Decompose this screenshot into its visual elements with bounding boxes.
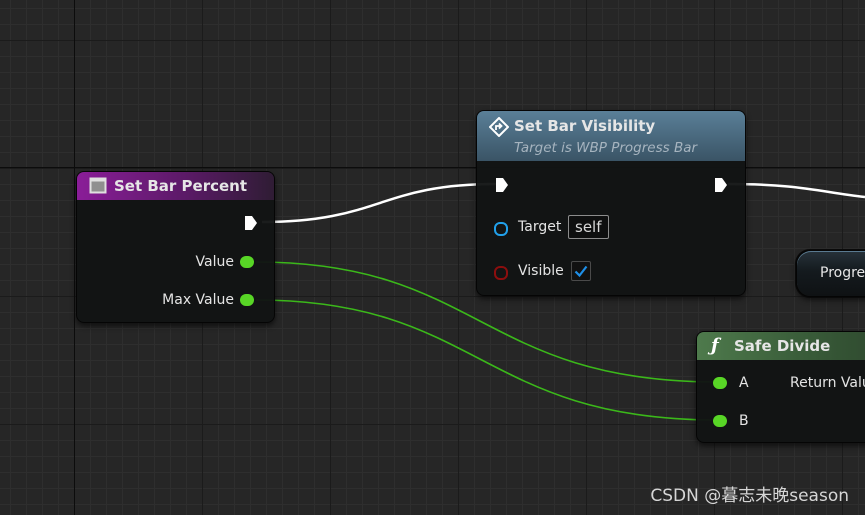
value-pin-label: Value [195,254,234,270]
visible-checkbox[interactable] [571,261,591,281]
b-pin[interactable] [713,415,727,427]
node-title: Set Bar Visibility [514,117,656,135]
node-subtitle: Target is WBP Progress Bar [514,140,698,156]
node-header[interactable]: Progre [797,251,865,296]
exec-output-pin[interactable] [244,215,258,231]
event-box-icon [89,177,107,198]
target-pin[interactable] [494,222,508,236]
exec-wire-visibility-out[interactable] [727,182,865,199]
function-f-icon: ƒ [711,335,719,356]
node-title: Progre [820,265,865,281]
node-title: Safe Divide [734,337,831,355]
watermark: CSDN @暮志未晚season [650,486,849,506]
target-self-textbox[interactable]: self [568,215,609,239]
a-pin[interactable] [713,377,727,389]
target-pin-label: Target [518,219,562,235]
safe-divide-node[interactable]: ƒ Safe Divide A Return Valu B [696,331,865,443]
max-value-pin[interactable] [240,294,254,306]
visible-pin[interactable] [494,266,508,280]
exec-output-pin[interactable] [714,177,728,193]
set-bar-visibility-node[interactable]: Set Bar Visibility Target is WBP Progres… [476,110,746,296]
exec-input-pin[interactable] [495,177,509,193]
node-header[interactable]: ƒ Safe Divide [697,332,865,360]
max-value-pin-label: Max Value [162,292,234,308]
set-bar-percent-node[interactable]: Set Bar Percent Value Max Value [76,171,275,323]
value-pin[interactable] [240,256,254,268]
float-wire-max-value-to-b[interactable] [255,299,719,421]
check-icon [574,265,588,278]
node-header[interactable]: Set Bar Percent [77,172,274,200]
progress-node[interactable]: Progre [796,250,865,297]
function-diamond-icon [488,116,510,141]
return-value-pin-label: Return Valu [790,375,865,391]
node-title: Set Bar Percent [114,177,248,195]
node-header[interactable]: Set Bar Visibility Target is WBP Progres… [477,111,745,161]
visible-pin-label: Visible [518,263,564,279]
a-pin-label: A [739,375,749,391]
b-pin-label: B [739,413,749,429]
exec-wire-percent-to-visibility[interactable] [261,182,497,224]
